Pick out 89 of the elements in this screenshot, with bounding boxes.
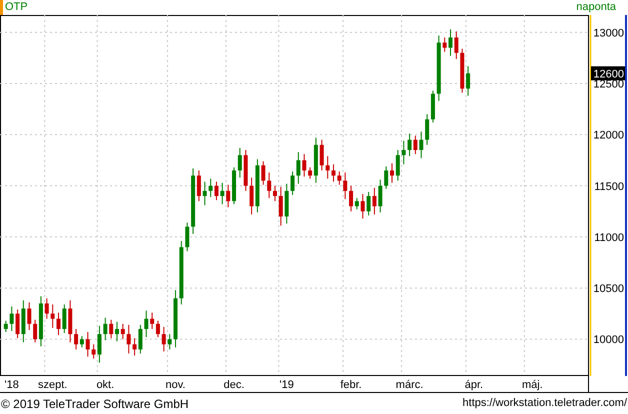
candlestick bbox=[214, 181, 218, 201]
symbol-label: OTP bbox=[5, 0, 28, 16]
candlestick bbox=[185, 222, 190, 252]
candlestick bbox=[144, 310, 148, 338]
candlestick bbox=[354, 198, 359, 210]
candlestick bbox=[115, 321, 120, 342]
candlestick bbox=[425, 114, 430, 146]
candlestick bbox=[454, 30, 458, 60]
candlestick bbox=[360, 193, 365, 220]
candlestick bbox=[56, 312, 61, 336]
candlestick bbox=[396, 150, 400, 182]
candlestick bbox=[74, 328, 78, 350]
candlestick bbox=[103, 317, 108, 341]
candlestick bbox=[62, 304, 66, 334]
x-axis-label: '19 bbox=[280, 379, 294, 391]
x-axis-label: máj. bbox=[522, 379, 543, 391]
candlestick bbox=[378, 179, 382, 213]
candlestick bbox=[384, 166, 388, 190]
candlestick bbox=[261, 160, 266, 186]
candlestick bbox=[402, 140, 406, 165]
candlestick bbox=[138, 324, 142, 354]
website-link[interactable]: https://workstation.teletrader.com/ bbox=[462, 395, 627, 412]
y-axis-label: 13000 bbox=[593, 27, 624, 40]
x-axis-label: febr. bbox=[340, 379, 362, 391]
candlestick bbox=[86, 332, 90, 358]
candlestick bbox=[208, 178, 213, 198]
x-axis-label: szept. bbox=[38, 379, 68, 391]
candlestick bbox=[413, 135, 418, 155]
candlestick bbox=[296, 152, 300, 184]
y-axis-label: 10000 bbox=[593, 334, 624, 346]
price-marker: 12600 bbox=[591, 66, 625, 80]
y-axis-label: 12000 bbox=[593, 130, 624, 142]
candlestick bbox=[337, 170, 342, 186]
candlestick bbox=[150, 312, 154, 330]
copyright-text: © 2019 TeleTrader Software GmbH bbox=[1, 396, 189, 412]
candlestick bbox=[109, 319, 114, 339]
candlestick bbox=[320, 139, 324, 171]
candlestick bbox=[33, 319, 38, 343]
candlestick bbox=[343, 172, 348, 200]
candlestick bbox=[50, 304, 55, 328]
candlestick bbox=[272, 185, 277, 202]
candlestick bbox=[44, 298, 49, 320]
candlestick bbox=[80, 336, 84, 348]
x-axis-label: márc. bbox=[396, 379, 424, 391]
candlestick bbox=[366, 191, 371, 216]
candlestick bbox=[10, 306, 14, 332]
candlestick bbox=[92, 344, 96, 360]
candlestick bbox=[132, 338, 137, 356]
candlestick bbox=[331, 164, 336, 182]
x-axis-label: ápr. bbox=[464, 379, 484, 391]
candlestick bbox=[27, 302, 32, 330]
candlestick bbox=[408, 133, 412, 157]
candlestick bbox=[308, 166, 312, 180]
candlestick bbox=[326, 156, 330, 180]
candlestick bbox=[278, 186, 283, 226]
candlestick bbox=[349, 185, 354, 212]
x-axis-label: nov. bbox=[166, 379, 186, 391]
candlestick bbox=[16, 309, 20, 339]
candlestick bbox=[4, 320, 8, 333]
candlestick bbox=[168, 334, 172, 350]
candlestick bbox=[250, 177, 254, 215]
candlestick bbox=[419, 131, 424, 159]
candlestick bbox=[466, 66, 470, 96]
candlestick bbox=[390, 162, 394, 184]
x-axis-label: '18 bbox=[4, 379, 19, 391]
candlestick bbox=[372, 187, 376, 215]
candlestick bbox=[226, 184, 230, 208]
y-axis-label: 12500 bbox=[593, 78, 624, 91]
candlestick bbox=[97, 325, 102, 364]
candlestick bbox=[442, 37, 447, 52]
marker-icon bbox=[0, 0, 3, 15]
candlestick bbox=[196, 170, 201, 202]
x-axis-label: dec. bbox=[224, 379, 244, 391]
candlestick bbox=[220, 182, 224, 205]
y-axis-label: 10500 bbox=[593, 283, 624, 296]
candlestick bbox=[162, 326, 166, 352]
candlestick bbox=[126, 324, 131, 354]
candlestick bbox=[448, 28, 453, 56]
candlestick bbox=[120, 323, 125, 340]
candlestick bbox=[202, 181, 207, 206]
y-axis-label: 11000 bbox=[594, 232, 624, 244]
y-axis-label: 11500 bbox=[594, 180, 624, 193]
candlestick bbox=[302, 154, 306, 178]
candlestick bbox=[290, 170, 295, 196]
candlestick bbox=[267, 172, 272, 199]
x-axis-label: okt. bbox=[96, 379, 114, 391]
candlestick bbox=[238, 147, 242, 178]
interval-label: naponta bbox=[576, 0, 616, 16]
candlestick bbox=[156, 320, 160, 338]
